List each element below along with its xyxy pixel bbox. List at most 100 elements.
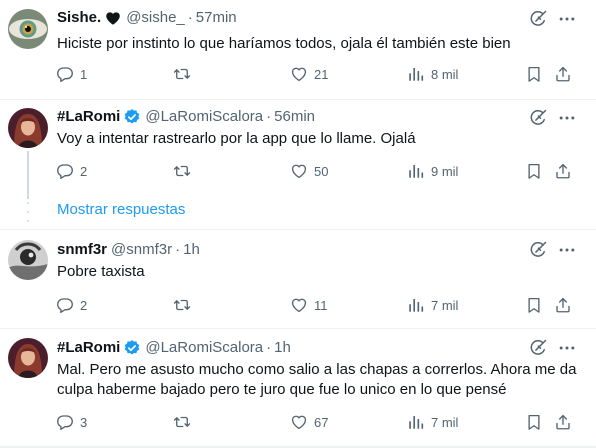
reply-button[interactable]: 1 — [56, 64, 87, 84]
retweet-button[interactable] — [173, 161, 191, 181]
reply-count: 3 — [80, 414, 88, 430]
separator-dot: · — [266, 108, 272, 125]
tweet-actions: 2 50 9 mil — [0, 161, 596, 181]
more-options-icon[interactable] — [556, 9, 578, 29]
verified-badge-icon — [123, 339, 141, 357]
view-count: 8 mil — [431, 66, 459, 82]
heart-icon — [290, 162, 308, 180]
user-handle[interactable]: @snmf3r — [111, 240, 172, 260]
like-button[interactable]: 11 — [290, 295, 328, 315]
views-button[interactable]: 8 mil — [407, 64, 458, 84]
reply-button[interactable]: 3 — [56, 412, 87, 432]
reply-button[interactable]: 2 — [56, 161, 87, 181]
timestamp[interactable]: 57min — [196, 8, 237, 28]
avatar[interactable] — [8, 338, 48, 378]
views-icon — [407, 296, 425, 314]
share-button[interactable] — [554, 64, 572, 84]
views-button[interactable]: 9 mil — [407, 161, 458, 181]
tweet-text: Hiciste por instinto lo que haríamos tod… — [57, 35, 511, 52]
tweet-header: #LaRomi @LaRomiScalora · 1h — [57, 338, 291, 358]
view-count: 9 mil — [431, 163, 459, 179]
avatar[interactable] — [8, 240, 48, 280]
heart-badge-icon — [104, 9, 122, 27]
views-icon — [407, 162, 425, 180]
like-count: 67 — [314, 414, 329, 430]
like-button[interactable]: 21 — [290, 64, 328, 84]
display-name[interactable]: Sishe. — [57, 8, 101, 28]
like-count: 11 — [314, 297, 328, 313]
bookmark-button[interactable] — [525, 161, 543, 181]
grok-icon[interactable] — [528, 9, 548, 29]
user-handle[interactable]: @LaRomiScalora — [145, 338, 263, 358]
more-options-icon[interactable] — [556, 338, 578, 358]
view-count: 7 mil — [431, 414, 459, 430]
user-handle[interactable]: @LaRomiScalora — [145, 107, 263, 127]
retweet-icon — [173, 162, 191, 180]
share-icon — [554, 162, 572, 180]
share-button[interactable] — [554, 412, 572, 432]
tweet-actions: 1 21 8 mil — [0, 64, 596, 84]
bookmark-button[interactable] — [525, 295, 543, 315]
tweet-header: snmf3r @snmf3r · 1h — [57, 240, 200, 260]
tweet-text: Mal. Pero me asusto mucho como salio a l… — [57, 361, 577, 398]
avatar[interactable] — [8, 108, 48, 148]
tweet-actions: 2 11 7 mil — [0, 295, 596, 315]
like-button[interactable]: 50 — [290, 161, 328, 181]
tweet-text: Pobre taxista — [57, 263, 145, 280]
share-button[interactable] — [554, 161, 572, 181]
bookmark-icon — [525, 413, 543, 431]
views-button[interactable]: 7 mil — [407, 295, 458, 315]
views-icon — [407, 413, 425, 431]
replies-feed: Sishe. @sishe_ · 57min Hiciste por insti… — [0, 0, 596, 448]
like-count: 50 — [314, 163, 329, 179]
thread-continuation-dots — [26, 202, 30, 222]
view-count: 7 mil — [431, 297, 459, 313]
grok-icon[interactable] — [528, 240, 548, 260]
retweet-button[interactable] — [173, 412, 191, 432]
tweet-actions: 3 67 7 mil — [0, 412, 596, 432]
grok-icon[interactable] — [528, 108, 548, 128]
heart-icon — [290, 296, 308, 314]
reply-count: 2 — [80, 163, 88, 179]
share-icon — [554, 413, 572, 431]
timestamp[interactable]: 1h — [274, 338, 291, 358]
reply-tweet[interactable]: Sishe. @sishe_ · 57min Hiciste por insti… — [0, 0, 596, 100]
retweet-button[interactable] — [173, 64, 191, 84]
grok-icon[interactable] — [528, 338, 548, 358]
reply-tweet[interactable]: #LaRomi @LaRomiScalora · 56min Voy a int… — [0, 100, 596, 200]
reply-count: 2 — [80, 297, 88, 313]
avatar[interactable] — [8, 9, 48, 49]
timestamp[interactable]: 56min — [274, 107, 315, 127]
more-options-icon[interactable] — [556, 108, 578, 128]
verified-badge-icon — [123, 108, 141, 126]
bookmark-button[interactable] — [525, 64, 543, 84]
like-button[interactable]: 67 — [290, 412, 328, 432]
display-name[interactable]: #LaRomi — [57, 107, 120, 127]
bookmark-icon — [525, 162, 543, 180]
bookmark-button[interactable] — [525, 412, 543, 432]
retweet-button[interactable] — [173, 295, 191, 315]
timestamp[interactable]: 1h — [183, 240, 200, 260]
reply-count: 1 — [80, 66, 88, 82]
reply-tweet[interactable]: #LaRomi @LaRomiScalora · 1h Mal. Pero me… — [0, 329, 596, 446]
like-count: 21 — [314, 66, 329, 82]
show-replies-link[interactable]: Mostrar respuestas — [57, 200, 185, 220]
heart-icon — [290, 413, 308, 431]
separator-dot: · — [187, 9, 193, 26]
display-name[interactable]: #LaRomi — [57, 338, 120, 358]
reply-icon — [56, 65, 74, 83]
display-name[interactable]: snmf3r — [57, 240, 107, 260]
reply-tweet[interactable]: snmf3r @snmf3r · 1h Pobre taxista 2 11 7… — [0, 230, 596, 330]
reply-button[interactable]: 2 — [56, 295, 87, 315]
retweet-icon — [173, 413, 191, 431]
views-button[interactable]: 7 mil — [407, 412, 458, 432]
more-options-icon[interactable] — [556, 240, 578, 260]
separator-dot: · — [266, 339, 272, 356]
views-icon — [407, 65, 425, 83]
reply-icon — [56, 413, 74, 431]
user-handle[interactable]: @sishe_ — [126, 8, 185, 28]
tweet-header: #LaRomi @LaRomiScalora · 56min — [57, 107, 315, 127]
separator-dot: · — [175, 241, 181, 258]
heart-icon — [290, 65, 308, 83]
share-button[interactable] — [554, 295, 572, 315]
